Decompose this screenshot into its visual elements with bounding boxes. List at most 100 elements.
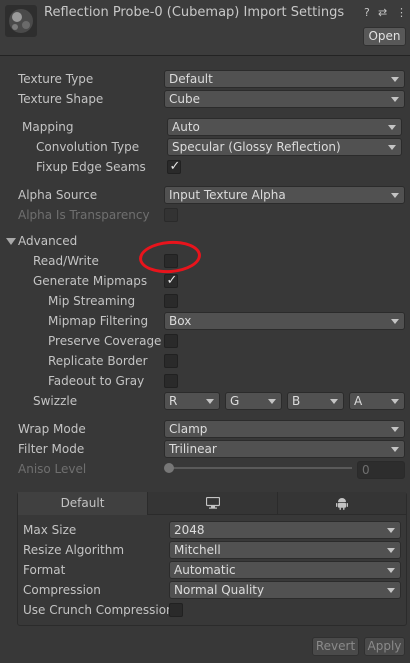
swizzle-b-dropdown[interactable]: B [287, 392, 344, 410]
resize-algorithm-value: Mitchell [174, 543, 221, 557]
aniso-level-label: Aniso Level [18, 462, 87, 476]
aniso-level-slider-handle [164, 463, 174, 473]
mipmap-filtering-value: Box [169, 314, 192, 328]
alpha-source-label: Alpha Source [18, 188, 98, 202]
replicate-border-label: Replicate Border [48, 354, 148, 368]
alpha-is-transparency-label: Alpha Is Transparency [18, 208, 150, 222]
convolution-type-dropdown[interactable]: Specular (Glossy Reflection) [167, 138, 402, 156]
chevron-down-icon [268, 399, 276, 404]
swizzle-r-value: R [169, 394, 178, 408]
mip-streaming-label: Mip Streaming [48, 294, 136, 308]
convolution-type-value: Specular (Glossy Reflection) [172, 140, 341, 154]
red-highlight-circle [137, 238, 203, 276]
chevron-down-icon [387, 588, 395, 593]
format-label: Format [23, 563, 66, 577]
android-icon [336, 498, 348, 510]
fixup-edge-seams-checkbox[interactable]: ✓ [167, 159, 181, 174]
monitor-icon [205, 496, 220, 509]
preserve-coverage-label: Preserve Coverage [48, 334, 162, 348]
generate-mipmaps-checkbox[interactable]: ✓ [164, 273, 178, 288]
context-menu-icon[interactable]: ⋮ [396, 6, 407, 20]
chevron-down-icon [388, 145, 396, 150]
wrap-mode-value: Clamp [169, 422, 208, 436]
tab-android[interactable] [277, 492, 406, 515]
fadeout-to-gray-label: Fadeout to Gray [48, 374, 145, 388]
chevron-down-icon [387, 548, 395, 553]
apply-button[interactable]: Apply [364, 637, 405, 656]
compression-value: Normal Quality [174, 583, 265, 597]
aniso-level-field: 0 [357, 461, 405, 479]
mipmap-filtering-dropdown[interactable]: Box [164, 312, 405, 330]
chevron-down-icon [206, 399, 214, 404]
mipmap-filtering-label: Mipmap Filtering [48, 314, 149, 328]
chevron-down-icon [391, 447, 399, 452]
help-icon[interactable]: ? [364, 6, 370, 20]
chevron-down-icon [387, 568, 395, 573]
texture-type-value: Default [169, 72, 213, 86]
max-size-label: Max Size [23, 523, 77, 537]
swizzle-a-value: A [354, 394, 363, 408]
format-value: Automatic [174, 563, 236, 577]
use-crunch-compression-checkbox[interactable] [169, 603, 183, 617]
open-button[interactable]: Open [363, 27, 406, 46]
convolution-type-label: Convolution Type [36, 140, 140, 154]
filter-mode-label: Filter Mode [18, 442, 85, 456]
resize-algorithm-label: Resize Algorithm [23, 543, 125, 557]
format-dropdown[interactable]: Automatic [169, 561, 401, 579]
mip-streaming-checkbox[interactable] [164, 294, 178, 308]
mapping-value: Auto [172, 120, 200, 134]
chevron-down-icon [391, 427, 399, 432]
chevron-down-icon [391, 97, 399, 102]
alpha-source-value: Input Texture Alpha [169, 188, 286, 202]
fixup-edge-seams-label: Fixup Edge Seams [36, 160, 146, 174]
preserve-coverage-checkbox[interactable] [164, 334, 178, 348]
revert-button[interactable]: Revert [312, 637, 359, 656]
fadeout-to-gray-checkbox[interactable] [164, 374, 178, 388]
max-size-dropdown[interactable]: 2048 [169, 521, 401, 539]
checkmark-icon: ✓ [169, 159, 181, 174]
aniso-level-slider-track [168, 467, 352, 469]
checkmark-icon: ✓ [166, 273, 178, 288]
read-write-label: Read/Write [33, 254, 99, 268]
texture-type-dropdown[interactable]: Default [164, 70, 405, 88]
compression-label: Compression [23, 583, 101, 597]
chevron-down-icon [391, 319, 399, 324]
swizzle-g-value: G [230, 394, 240, 408]
swizzle-r-dropdown[interactable]: R [164, 392, 220, 410]
tab-default[interactable]: Default [18, 492, 147, 515]
generate-mipmaps-label: Generate Mipmaps [33, 274, 148, 288]
texture-shape-value: Cube [169, 92, 200, 106]
max-size-value: 2048 [174, 523, 205, 537]
swizzle-label: Swizzle [33, 394, 78, 408]
inspector-header: Reflection Probe-0 (Cubemap) Import Sett… [0, 0, 410, 56]
compression-dropdown[interactable]: Normal Quality [169, 581, 401, 599]
chevron-down-icon [391, 193, 399, 198]
resize-algorithm-dropdown[interactable]: Mitchell [169, 541, 401, 559]
chevron-down-icon [387, 528, 395, 533]
wrap-mode-label: Wrap Mode [18, 422, 86, 436]
swizzle-b-value: B [292, 394, 301, 408]
chevron-down-icon [330, 399, 338, 404]
replicate-border-checkbox[interactable] [164, 354, 178, 368]
foldout-arrow-icon[interactable] [6, 238, 16, 245]
wrap-mode-dropdown[interactable]: Clamp [164, 420, 405, 438]
tab-standalone[interactable] [147, 492, 277, 515]
filter-mode-value: Trilinear [169, 442, 217, 456]
swizzle-g-dropdown[interactable]: G [225, 392, 282, 410]
chevron-down-icon [391, 399, 399, 404]
reflection-probe-icon [5, 5, 37, 37]
mapping-dropdown[interactable]: Auto [167, 118, 402, 136]
window-title: Reflection Probe-0 (Cubemap) Import Sett… [44, 5, 345, 20]
swizzle-a-dropdown[interactable]: A [349, 392, 405, 410]
use-crunch-compression-label: Use Crunch Compression [23, 603, 174, 617]
texture-type-label: Texture Type [18, 72, 94, 86]
alpha-is-transparency-checkbox [164, 208, 178, 222]
advanced-foldout-label[interactable]: Advanced [18, 232, 77, 250]
alpha-source-dropdown[interactable]: Input Texture Alpha [164, 186, 405, 204]
mapping-label: Mapping [22, 120, 74, 134]
preset-settings-icon[interactable]: ⇄ [378, 6, 387, 20]
chevron-down-icon [391, 77, 399, 82]
filter-mode-dropdown[interactable]: Trilinear [164, 440, 405, 458]
texture-shape-dropdown[interactable]: Cube [164, 90, 405, 108]
texture-shape-label: Texture Shape [18, 92, 104, 106]
